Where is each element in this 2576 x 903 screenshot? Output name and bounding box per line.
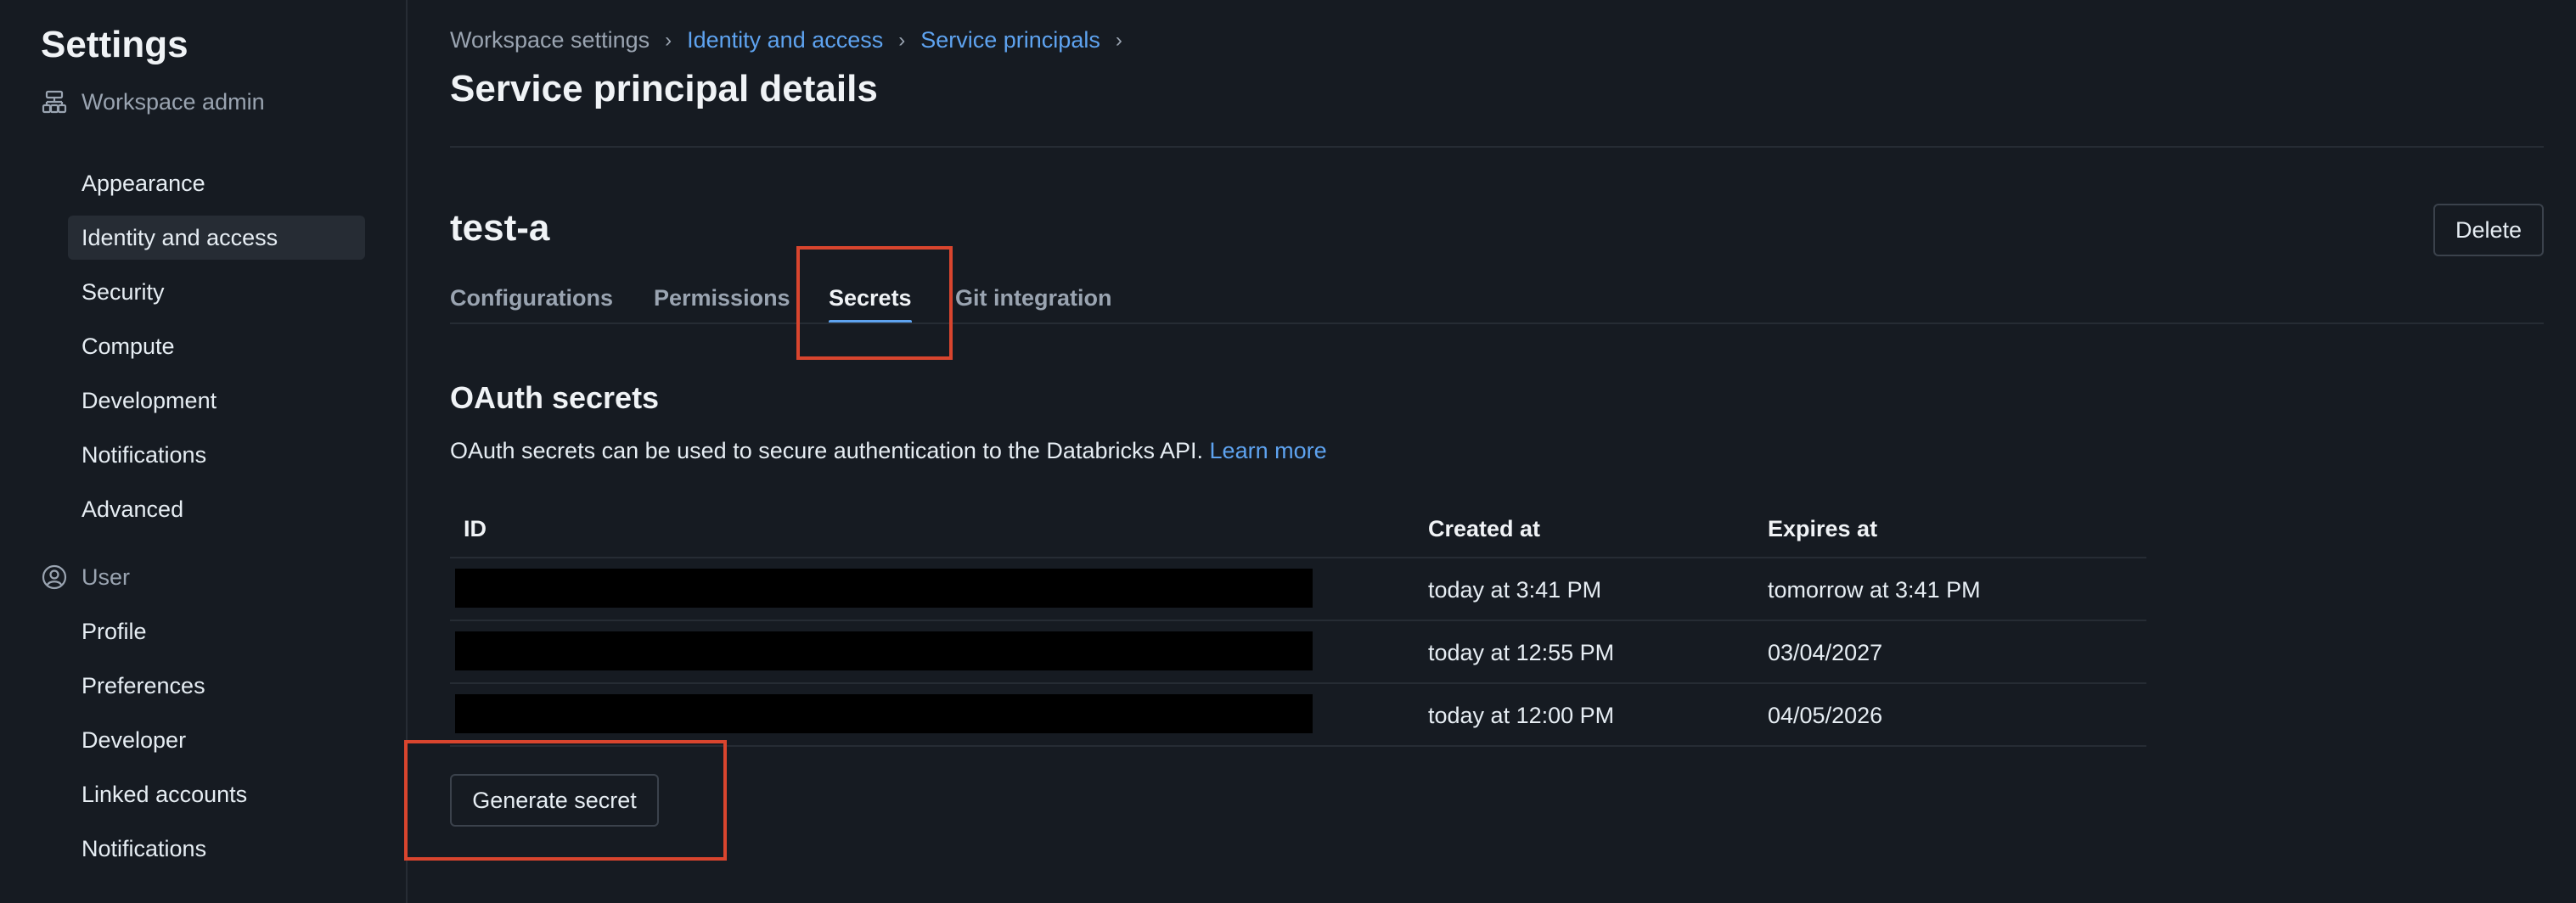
service-principal-name: test-a bbox=[450, 207, 550, 249]
sidebar-group-label: User bbox=[82, 564, 131, 590]
oauth-secrets-description: OAuth secrets can be used to secure auth… bbox=[450, 438, 1327, 464]
cell-created-at: today at 3:41 PM bbox=[1428, 577, 1602, 603]
redacted-secret-id bbox=[455, 631, 1313, 670]
sidebar-group-label: Workspace admin bbox=[82, 88, 265, 115]
tabs-divider bbox=[450, 322, 2544, 324]
sidebar-item-advanced[interactable]: Advanced bbox=[68, 487, 365, 531]
sidebar-item-linked-accounts[interactable]: Linked accounts bbox=[68, 772, 365, 816]
chevron-right-icon: › bbox=[898, 28, 906, 52]
sidebar-item-security[interactable]: Security bbox=[68, 270, 365, 314]
cell-expires-at: tomorrow at 3:41 PM bbox=[1768, 577, 1981, 603]
tab-configurations[interactable]: Configurations bbox=[450, 280, 613, 324]
learn-more-link[interactable]: Learn more bbox=[1210, 438, 1327, 463]
breadcrumb-workspace-settings[interactable]: Workspace settings bbox=[450, 27, 650, 53]
sidebar-group-user: User bbox=[41, 557, 130, 597]
settings-sidebar: Settings Workspace admin Appearance Iden… bbox=[0, 0, 408, 903]
breadcrumb-service-principals[interactable]: Service principals bbox=[920, 27, 1100, 53]
sidebar-item-preferences[interactable]: Preferences bbox=[68, 664, 365, 708]
tab-bar: Configurations Permissions Secrets Git i… bbox=[450, 280, 2544, 324]
description-text: OAuth secrets can be used to secure auth… bbox=[450, 438, 1204, 463]
page-title: Service principal details bbox=[450, 68, 878, 109]
sidebar-item-profile[interactable]: Profile bbox=[68, 609, 365, 653]
table-row: today at 12:00 PM 04/05/2026 bbox=[450, 684, 2146, 747]
chevron-right-icon: › bbox=[665, 28, 672, 52]
table-row: today at 12:55 PM 03/04/2027 bbox=[450, 621, 2146, 684]
sidebar-item-developer[interactable]: Developer bbox=[68, 718, 365, 762]
header-divider bbox=[450, 146, 2544, 148]
cell-expires-at: 04/05/2026 bbox=[1768, 703, 1883, 728]
oauth-secrets-heading: OAuth secrets bbox=[450, 380, 660, 415]
cell-expires-at: 03/04/2027 bbox=[1768, 640, 1883, 665]
redacted-secret-id bbox=[455, 694, 1313, 733]
sidebar-group-workspace-admin: Workspace admin bbox=[41, 81, 265, 122]
sidebar-item-user-notifications[interactable]: Notifications bbox=[68, 827, 365, 871]
tab-permissions[interactable]: Permissions bbox=[654, 280, 790, 324]
sidebar-item-development[interactable]: Development bbox=[68, 379, 365, 423]
cell-created-at: today at 12:00 PM bbox=[1428, 703, 1615, 728]
cell-created-at: today at 12:55 PM bbox=[1428, 640, 1615, 665]
secrets-table: ID Created at Expires at today at 3:41 P… bbox=[450, 501, 2146, 747]
column-header-id: ID bbox=[464, 516, 487, 541]
tab-git-integration[interactable]: Git integration bbox=[955, 280, 1112, 324]
table-header: ID Created at Expires at bbox=[450, 501, 2146, 558]
redacted-secret-id bbox=[455, 569, 1313, 608]
sidebar-item-notifications[interactable]: Notifications bbox=[68, 433, 365, 477]
user-circle-icon bbox=[41, 564, 68, 591]
delete-button[interactable]: Delete bbox=[2433, 204, 2544, 256]
generate-secret-button[interactable]: Generate secret bbox=[450, 774, 659, 827]
sidebar-item-identity-and-access[interactable]: Identity and access bbox=[68, 216, 365, 260]
column-header-created-at: Created at bbox=[1428, 516, 1541, 541]
sidebar-item-appearance[interactable]: Appearance bbox=[68, 161, 365, 205]
sidebar-title: Settings bbox=[41, 24, 188, 65]
sidebar-item-compute[interactable]: Compute bbox=[68, 324, 365, 368]
breadcrumb: Workspace settings › Identity and access… bbox=[450, 27, 1138, 53]
tab-secrets[interactable]: Secrets bbox=[829, 280, 912, 324]
chevron-right-icon: › bbox=[1115, 28, 1122, 52]
workspace-admin-icon bbox=[41, 88, 68, 115]
table-row: today at 3:41 PM tomorrow at 3:41 PM bbox=[450, 558, 2146, 621]
breadcrumb-identity-and-access[interactable]: Identity and access bbox=[687, 27, 883, 53]
column-header-expires-at: Expires at bbox=[1768, 516, 1878, 541]
